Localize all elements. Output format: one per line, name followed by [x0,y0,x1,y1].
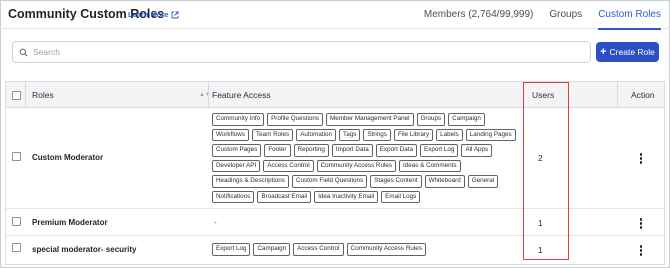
feature-chip: File Library [393,128,434,141]
tab-bar: Members (2,764/99,999) Groups Custom Rol… [408,0,661,30]
feature-chip: Automation [296,128,337,141]
row-checkbox[interactable] [12,243,21,252]
feature-chip: Idea Inactivity Email [314,190,379,203]
header-users[interactable]: Users [532,82,554,108]
feature-chips: Export Log Campaign Access Control Communit… [212,243,517,256]
feature-chip: All Apps [461,144,493,157]
feature-chip: Community Info [212,113,265,126]
feature-chip: Access Control [293,243,344,256]
feature-chip: Export Log [212,243,251,256]
feature-chip: General [467,175,499,188]
column-divider [617,82,618,108]
role-name[interactable]: Premium Moderator [32,218,108,227]
role-name[interactable]: special moderator- security [32,245,136,254]
feature-chip: Headings & Descriptions [212,175,289,188]
row-checkbox[interactable] [12,152,21,161]
feature-chip: Campaign [253,243,291,256]
feature-chip: Landing Pages [465,128,516,141]
sort-icon[interactable]: ▲▼ [199,82,211,108]
tab-custom-roles[interactable]: Custom Roles [598,0,661,30]
feature-chip: Footer [264,144,291,157]
more-options-icon[interactable] [638,153,644,164]
top-bar: Community Custom Roles Learn More Member… [0,0,670,30]
header-action: Action [631,90,655,100]
more-options-icon[interactable] [638,245,644,256]
feature-chip: Export Log [419,144,459,157]
feature-chip: Whiteboard [424,175,465,188]
create-role-label: Create Role [609,47,655,57]
tab-groups[interactable]: Groups [549,0,582,29]
plus-icon: + [600,45,607,58]
role-name[interactable]: Custom Moderator [32,153,103,162]
tab-members[interactable]: Members (2,764/99,999) [424,0,534,29]
feature-chip: Custom Pages [212,144,262,157]
feature-chip: Community Access Rules [316,159,397,172]
feature-chip: Developer API [212,159,261,172]
row-checkbox[interactable] [12,217,21,226]
users-count: 2 [538,153,543,163]
external-link-icon [171,11,179,18]
feature-chip: Custom Field Questions [291,175,368,188]
feature-chip: Workflows [212,128,249,141]
column-divider [25,82,26,108]
feature-chip: Labels [436,128,463,141]
search-box [12,41,591,63]
feature-chip: Profile Questions [267,113,324,126]
feature-chip: Team Roles [251,128,294,141]
header-feature-access: Feature Access [212,90,271,100]
search-icon [19,48,28,56]
learn-more-link[interactable]: Learn More [128,10,179,19]
feature-chip: Email Logs [381,190,421,203]
feature-chip: Strings [363,128,391,141]
feature-chip: Tags [339,128,361,141]
column-divider [208,82,209,108]
feature-chip: Notifications [212,190,255,203]
feature-chip: Ideas & Comments [399,159,461,172]
users-count: 1 [538,218,543,228]
select-all-checkbox[interactable] [12,90,21,100]
feature-chip: Access Control [263,159,314,172]
feature-chip: Campaign [448,113,485,126]
learn-more-label: Learn More [128,10,169,19]
create-role-button[interactable]: + Create Role [596,42,659,62]
more-options-icon[interactable] [638,218,644,229]
feature-chips: Community Info Profile Questions Member Ma… [212,113,517,203]
feature-chip: Export Data [375,144,417,157]
roles-table: Roles ▲▼ Feature Access Users Action Cus… [5,81,665,265]
feature-chip: Groups [416,113,446,126]
header-roles[interactable]: Roles [32,82,54,108]
search-input[interactable] [33,47,573,57]
feature-chip: Stages Content [370,175,422,188]
feature-chip: Member Management Panel [326,113,414,126]
feature-chip: Import Data [331,144,373,157]
table-row: special moderator- security Export Log Ca… [6,236,664,265]
table-row: Premium Moderator - 1 [6,209,664,236]
table-header: Roles ▲▼ Feature Access Users Action [6,82,664,108]
feature-chip: Community Access Rules [346,243,426,256]
select-all-cell [12,82,21,108]
feature-access-empty: - [214,218,217,227]
feature-chip: Reporting [293,144,329,157]
users-count: 1 [538,245,543,255]
table-row: Custom Moderator Community Info Profile Q… [6,108,664,209]
feature-chip: Broadcast Email [257,190,312,203]
